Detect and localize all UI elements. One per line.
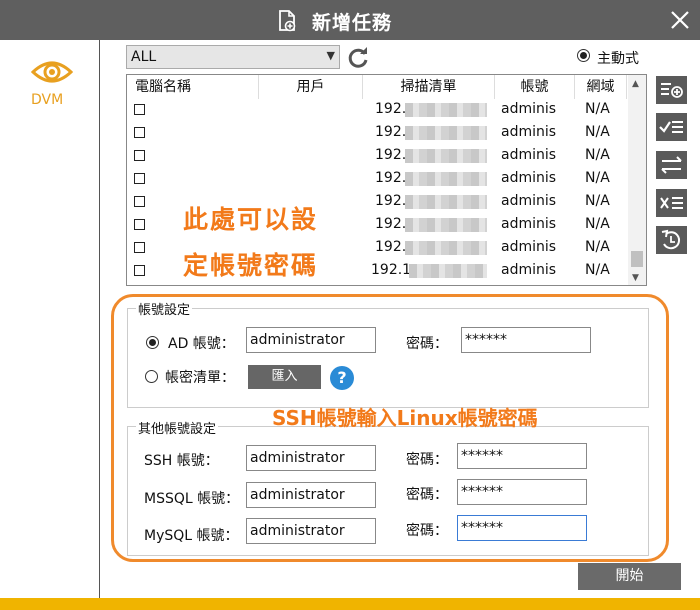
scroll-up-icon[interactable]: ▲ [632, 79, 639, 89]
annotation-text-line1: 此處可以設 [183, 205, 319, 234]
row-account: adminis [501, 170, 557, 186]
column-header-scan-list[interactable]: 掃描清單 [363, 75, 495, 99]
delete-list-button[interactable] [656, 189, 687, 217]
column-header-computer[interactable]: 電腦名稱 [127, 75, 259, 99]
column-header-user[interactable]: 用戶 [259, 75, 363, 99]
swap-icon [661, 156, 682, 174]
row-ip: 192. [375, 239, 407, 255]
row-account: adminis [501, 147, 557, 163]
row-ip: 192. [375, 216, 407, 232]
row-account: adminis [501, 262, 557, 278]
row-ip: 192. [375, 147, 407, 163]
column-header-domain[interactable]: 網域 [575, 75, 627, 99]
scroll-thumb[interactable] [631, 251, 643, 267]
row-ip: 192. [375, 170, 407, 186]
row-domain: N/A [585, 124, 610, 140]
row-domain: N/A [585, 262, 610, 278]
row-ip: 192. [375, 124, 407, 140]
row-account: adminis [501, 193, 557, 209]
active-mode-label: 主動式 [597, 51, 639, 67]
close-icon[interactable] [660, 0, 700, 40]
table-row[interactable]: 192. adminis N/A [127, 168, 627, 191]
redacted-ip-blur [405, 126, 487, 140]
scroll-down-icon[interactable]: ▼ [632, 273, 639, 283]
new-file-icon [279, 10, 296, 32]
annotation-highlight-frame [111, 294, 669, 562]
row-checkbox[interactable] [134, 104, 145, 115]
table-scrollbar[interactable]: ▲ ▼ [628, 75, 646, 285]
row-checkbox[interactable] [134, 265, 145, 276]
redacted-ip-blur [405, 241, 487, 255]
add-list-button[interactable] [656, 76, 687, 104]
row-domain: N/A [585, 239, 610, 255]
filter-select-value: ALL [131, 49, 157, 65]
row-ip: 192. [375, 193, 407, 209]
row-domain: N/A [585, 170, 610, 186]
window-title: 新增任務 [312, 12, 393, 34]
filter-select[interactable]: ALL ▼ [126, 45, 340, 69]
redacted-ip-blur [405, 218, 487, 232]
delete-list-icon [660, 197, 683, 209]
redacted-ip-blur [405, 172, 487, 186]
row-account: adminis [501, 101, 557, 117]
row-checkbox[interactable] [134, 242, 145, 253]
swap-button[interactable] [656, 151, 687, 179]
title-bar: 新增任務 [0, 0, 700, 40]
redacted-ip-blur [405, 149, 487, 163]
row-checkbox[interactable] [134, 196, 145, 207]
bottom-bar [0, 598, 700, 610]
active-mode-radio[interactable] [577, 49, 590, 62]
annotation-text-line2: 定帳號密碼 [183, 251, 319, 280]
refresh-icon[interactable] [346, 46, 370, 70]
row-ip: 192. [375, 101, 407, 117]
row-ip: 192.1 [371, 262, 412, 278]
chevron-down-icon: ▼ [326, 49, 335, 62]
row-domain: N/A [585, 101, 610, 117]
check-list-button[interactable] [656, 113, 687, 141]
column-header-account[interactable]: 帳號 [495, 75, 575, 99]
redacted-ip-blur [409, 264, 487, 278]
table-row[interactable]: 192. adminis N/A [127, 122, 627, 145]
sidebar-dvm-label[interactable]: DVM [31, 92, 63, 108]
sidebar: DVM [0, 40, 100, 600]
row-domain: N/A [585, 216, 610, 232]
row-checkbox[interactable] [134, 127, 145, 138]
row-checkbox[interactable] [134, 173, 145, 184]
start-button[interactable]: 開始 [578, 563, 681, 590]
redacted-ip-blur [405, 195, 487, 209]
table-row[interactable]: 192. adminis N/A [127, 99, 627, 122]
redacted-ip-blur [405, 103, 487, 117]
add-list-icon [661, 83, 683, 98]
reset-button[interactable] [656, 226, 687, 254]
row-domain: N/A [585, 147, 610, 163]
row-account: adminis [501, 124, 557, 140]
table-row[interactable]: 192. adminis N/A [127, 145, 627, 168]
row-account: adminis [501, 239, 557, 255]
check-list-icon [659, 121, 683, 133]
row-checkbox[interactable] [134, 219, 145, 230]
eye-icon[interactable] [31, 57, 73, 87]
reset-icon [661, 229, 681, 250]
row-domain: N/A [585, 193, 610, 209]
row-account: adminis [501, 216, 557, 232]
row-checkbox[interactable] [134, 150, 145, 161]
